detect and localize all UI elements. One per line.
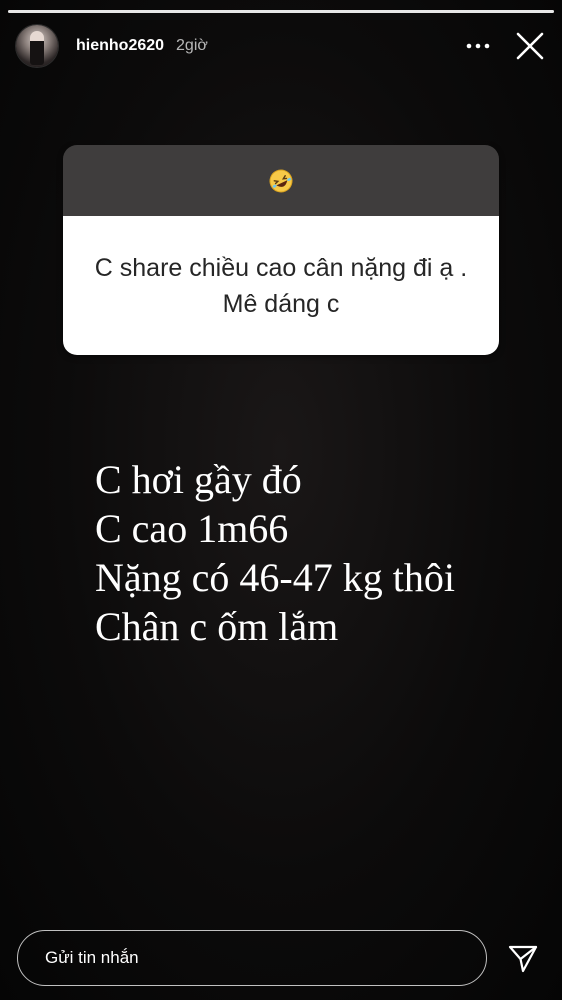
- avatar-figure: [30, 31, 44, 65]
- question-sticker-body: C share chiều cao cân nặng đi ạ . Mê dán…: [63, 216, 499, 355]
- story-progress-fill: [8, 10, 554, 13]
- avatar[interactable]: [16, 25, 58, 67]
- close-icon: [516, 32, 544, 60]
- post-time: 2giờ: [176, 37, 208, 54]
- send-icon: [508, 945, 538, 973]
- story-header: hienho2620 2giờ: [16, 24, 550, 68]
- question-text: C share chiều cao cân nặng đi ạ . Mê dán…: [94, 253, 468, 318]
- answer-line: Nặng có 46-47 kg thôi: [95, 555, 455, 600]
- send-message-placeholder: Gửi tin nhắn: [45, 948, 139, 967]
- username[interactable]: hienho2620: [76, 37, 164, 55]
- more-options-button[interactable]: [460, 28, 496, 64]
- send-button[interactable]: [502, 938, 544, 980]
- answer-text: C hơi gầy đó C cao 1m66 Nặng có 46-47 kg…: [95, 455, 555, 651]
- rolling-laughing-emoji-icon: [269, 169, 293, 192]
- send-message-input[interactable]: Gửi tin nhắn: [17, 930, 487, 986]
- answer-line: C cao 1m66: [95, 506, 289, 551]
- answer-line: C hơi gầy đó: [95, 457, 302, 502]
- answer-line: Chân c ốm lắm: [95, 604, 339, 649]
- question-sticker[interactable]: C share chiều cao cân nặng đi ạ . Mê dán…: [63, 145, 499, 355]
- close-button[interactable]: [510, 26, 550, 66]
- story-progress-bar: [8, 10, 554, 13]
- more-horizontal-icon: [466, 43, 490, 49]
- question-sticker-header: [63, 145, 499, 216]
- story-viewer[interactable]: hienho2620 2giờ C share chiều cao cân nặ…: [0, 0, 562, 1000]
